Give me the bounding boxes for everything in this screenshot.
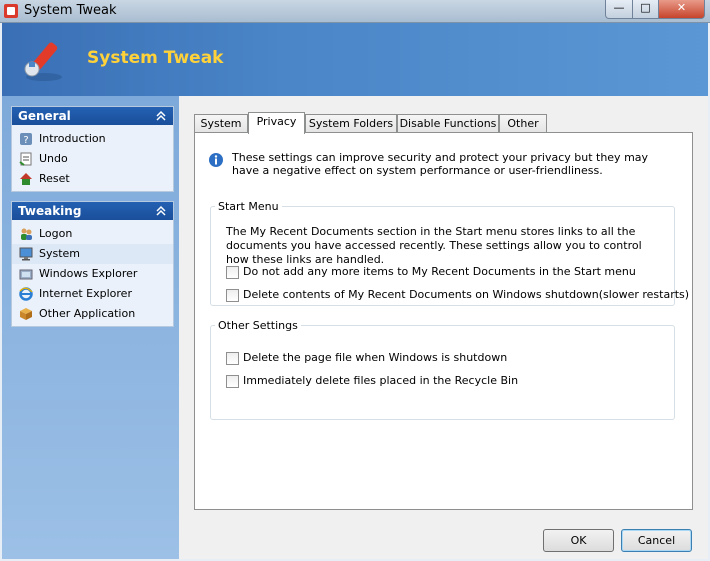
users-icon xyxy=(21,228,32,240)
main-area: System Privacy System Folders Disable Fu… xyxy=(179,96,708,559)
folder-icon xyxy=(19,269,33,280)
sidebar-item-label: System xyxy=(39,247,81,260)
sidebar-item-label: Internet Explorer xyxy=(39,287,132,300)
tab-other[interactable]: Other xyxy=(499,114,547,133)
minimize-button[interactable]: — xyxy=(605,0,633,19)
start-menu-description: The My Recent Documents section in the S… xyxy=(226,225,642,266)
group-header-general[interactable]: General xyxy=(12,107,173,125)
sidebar-item-label: Other Application xyxy=(39,307,136,320)
checkbox-label[interactable]: Do not add any more items to My Recent D… xyxy=(243,265,636,279)
close-button[interactable]: ✕ xyxy=(658,0,705,19)
ie-icon xyxy=(19,287,33,301)
tab-system-folders[interactable]: System Folders xyxy=(305,114,397,133)
group-title: General xyxy=(18,109,71,123)
sidebar-item-internet-explorer[interactable]: Internet Explorer xyxy=(12,284,173,304)
start-menu-legend: Start Menu xyxy=(218,200,279,213)
checkbox[interactable] xyxy=(226,266,239,279)
reset-icon xyxy=(20,173,32,185)
group-title: Tweaking xyxy=(18,204,82,218)
other-settings-legend: Other Settings xyxy=(218,319,298,332)
ok-button[interactable]: OK xyxy=(543,529,614,552)
sidebar-item-system[interactable]: System xyxy=(12,244,173,264)
computer-icon xyxy=(19,247,33,261)
other-settings-group: Other Settings Delete the page file when… xyxy=(210,319,675,420)
sidebar-item-windows-explorer[interactable]: Windows Explorer xyxy=(12,264,173,284)
header-banner: System Tweak xyxy=(2,23,708,96)
window-title: System Tweak xyxy=(24,3,117,18)
svg-text:?: ? xyxy=(23,135,28,146)
tab-disable-functions[interactable]: Disable Functions xyxy=(397,114,499,133)
maximize-button[interactable]: □ xyxy=(632,0,659,19)
checkbox-label[interactable]: Delete contents of My Recent Documents o… xyxy=(243,288,689,302)
checkbox[interactable] xyxy=(226,289,239,302)
sidebar-item-label: Introduction xyxy=(39,132,106,145)
tab-system[interactable]: System xyxy=(194,114,248,133)
sidebar-item-introduction[interactable]: ? Introduction xyxy=(12,129,173,149)
app-icon[interactable] xyxy=(4,4,18,18)
info-text: These settings can improve security and … xyxy=(232,151,649,177)
checkbox[interactable] xyxy=(226,375,239,388)
double-chevron-up-icon[interactable] xyxy=(155,110,167,122)
sidebar-item-reset[interactable]: Reset xyxy=(12,169,173,189)
info-icon xyxy=(209,153,223,167)
sidebar-item-undo[interactable]: Undo xyxy=(12,149,173,169)
double-chevron-up-icon[interactable] xyxy=(155,205,167,217)
checkbox-label[interactable]: Delete the page file when Windows is shu… xyxy=(243,351,507,365)
sidebar-group-tweaking: Tweaking Logon System Windows Explorer I… xyxy=(11,201,174,327)
sidebar: General ? Introduction Undo Reset Tweaki… xyxy=(2,96,179,559)
cancel-button[interactable]: Cancel xyxy=(621,529,692,552)
sidebar-item-other-application[interactable]: Other Application xyxy=(12,304,173,324)
tab-privacy[interactable]: Privacy xyxy=(248,112,305,134)
package-icon xyxy=(20,308,32,320)
start-menu-group: Start Menu The My Recent Documents secti… xyxy=(210,200,689,306)
sidebar-item-label: Undo xyxy=(39,152,68,165)
sidebar-item-label: Reset xyxy=(39,172,70,185)
undo-icon xyxy=(19,152,32,166)
sidebar-item-label: Logon xyxy=(39,227,73,240)
app-name: System Tweak xyxy=(87,48,224,68)
info-message: These settings can improve security and … xyxy=(208,151,662,177)
title-bar[interactable]: System Tweak — □ ✕ xyxy=(0,0,710,23)
wrench-icon xyxy=(24,42,62,81)
checkbox-label[interactable]: Immediately delete files placed in the R… xyxy=(243,374,518,388)
sidebar-item-logon[interactable]: Logon xyxy=(12,224,173,244)
group-header-tweaking[interactable]: Tweaking xyxy=(12,202,173,220)
sidebar-group-general: General ? Introduction Undo Reset xyxy=(11,106,174,192)
checkbox[interactable] xyxy=(226,352,239,365)
sidebar-item-label: Windows Explorer xyxy=(39,267,138,280)
privacy-tab-panel: These settings can improve security and … xyxy=(194,132,693,510)
help-icon: ? xyxy=(20,133,32,146)
